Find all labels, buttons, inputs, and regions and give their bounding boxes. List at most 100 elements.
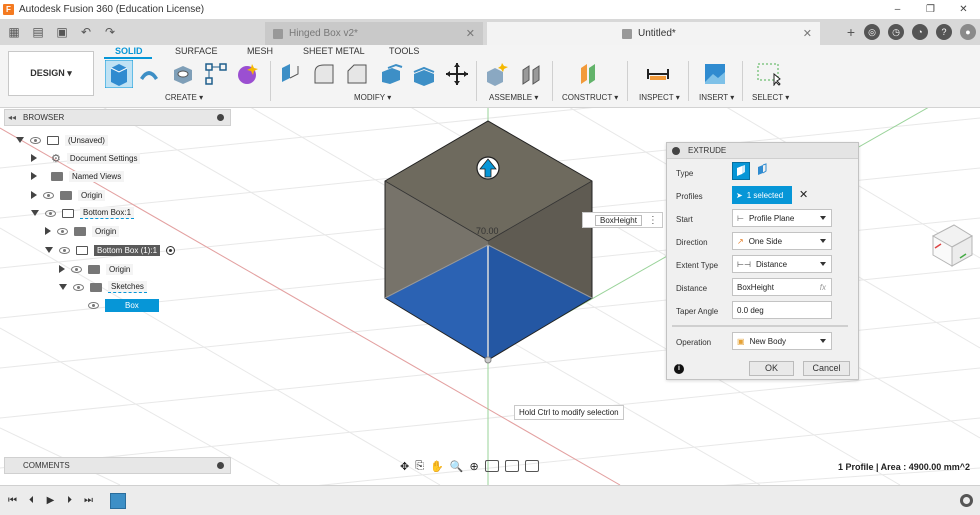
create-group-label[interactable]: CREATE ▾: [165, 93, 203, 102]
notifications-icon[interactable]: ◔: [912, 24, 928, 40]
hole-tool-icon[interactable]: [171, 62, 195, 86]
expand-triangle-icon[interactable]: [45, 227, 51, 235]
close-tab-icon[interactable]: ✕: [803, 27, 812, 40]
select-window-icon[interactable]: [757, 62, 781, 86]
tab-surface[interactable]: SURFACE: [175, 46, 218, 56]
type-solid-button[interactable]: [732, 162, 750, 180]
collapse-triangle-icon[interactable]: [16, 137, 24, 143]
offset-plane-icon[interactable]: [577, 62, 601, 86]
function-icon[interactable]: fx: [820, 283, 826, 292]
tab-hinged-box[interactable]: Hinged Box v2* ✕: [265, 22, 483, 45]
tab-tools[interactable]: TOOLS: [389, 46, 419, 56]
construct-group-label[interactable]: CONSTRUCT ▾: [562, 93, 618, 102]
tab-untitled[interactable]: Untitled* ✕: [487, 22, 820, 45]
pattern-tool-icon[interactable]: [204, 62, 228, 86]
view-cube-icon[interactable]: [931, 224, 973, 267]
distance-input[interactable]: BoxHeight: [595, 214, 642, 226]
app-grid-icon[interactable]: ▦: [6, 24, 22, 40]
cancel-button[interactable]: Cancel: [803, 361, 850, 376]
collapse-triangle-icon[interactable]: [31, 210, 39, 216]
close-tab-icon[interactable]: ✕: [466, 27, 475, 40]
tab-mesh[interactable]: MESH: [247, 46, 273, 56]
timeline-sketch-feature-icon[interactable]: [110, 493, 126, 509]
undo-icon[interactable]: ↶: [78, 24, 94, 40]
workspace-dropdown[interactable]: DESIGN ▾: [8, 51, 94, 96]
profiles-selection-button[interactable]: ➤ 1 selected: [732, 186, 792, 204]
tree-root[interactable]: (Unsaved): [16, 132, 108, 148]
tree-named-views[interactable]: Named Views: [31, 168, 125, 184]
tree-origin[interactable]: Origin: [31, 187, 106, 203]
select-group-label[interactable]: SELECT ▾: [752, 93, 789, 102]
maximize-button[interactable]: ❐: [914, 0, 947, 19]
inspect-group-label[interactable]: INSPECT ▾: [639, 93, 680, 102]
viewports-icon[interactable]: [524, 460, 539, 472]
measure-icon[interactable]: [646, 62, 670, 86]
joint-icon[interactable]: [519, 62, 543, 86]
tree-sketches[interactable]: Sketches: [59, 279, 147, 295]
browser-pin-icon[interactable]: [217, 114, 224, 121]
shell-icon[interactable]: [379, 62, 403, 86]
zoom-icon[interactable]: 🔍: [450, 460, 464, 473]
browser-panel-header[interactable]: ◂◂ BROWSER: [4, 109, 231, 126]
grid-settings-icon[interactable]: [504, 460, 519, 472]
move-copy-icon[interactable]: [445, 62, 469, 86]
visibility-eye-icon[interactable]: [88, 301, 99, 309]
tree-origin-3[interactable]: Origin: [59, 261, 134, 277]
extrude-dialog-header[interactable]: EXTRUDE: [667, 143, 858, 159]
user-avatar-icon[interactable]: ●: [960, 24, 976, 40]
play-icon[interactable]: ▶: [45, 495, 56, 506]
extent-type-dropdown[interactable]: ⊢⊣ Distance: [732, 255, 832, 273]
operation-dropdown[interactable]: ▣ New Body: [732, 332, 832, 350]
fillet-icon[interactable]: [312, 62, 336, 86]
tab-solid[interactable]: SOLID: [115, 46, 143, 56]
close-window-button[interactable]: ✕: [947, 0, 980, 19]
revolve-tool-icon[interactable]: [137, 62, 161, 86]
step-back-icon[interactable]: ⏴: [26, 495, 37, 506]
visibility-eye-icon[interactable]: [45, 209, 56, 217]
insert-group-label[interactable]: INSERT ▾: [699, 93, 734, 102]
timeline-settings-gear-icon[interactable]: [960, 494, 973, 507]
create-form-icon[interactable]: [236, 62, 260, 86]
collapse-triangle-icon[interactable]: [45, 247, 53, 253]
insert-image-icon[interactable]: [703, 62, 727, 86]
visibility-eye-icon[interactable]: [71, 265, 82, 273]
redo-icon[interactable]: ↷: [102, 24, 118, 40]
step-forward-icon[interactable]: ⏵: [64, 495, 75, 506]
new-component-icon[interactable]: [485, 62, 509, 86]
tree-bottom-box-1[interactable]: Bottom Box (1):1: [45, 242, 176, 258]
new-tab-button[interactable]: +: [842, 24, 860, 40]
visibility-eye-icon[interactable]: [59, 246, 70, 254]
minimize-button[interactable]: –: [881, 0, 914, 19]
tree-document-settings[interactable]: ⚙ Document Settings: [31, 150, 141, 166]
expand-triangle-icon[interactable]: [31, 154, 37, 162]
distance-input-box[interactable]: BoxHeight ⋮: [582, 212, 663, 228]
visibility-eye-icon[interactable]: [43, 191, 54, 199]
comments-pin-icon[interactable]: [217, 462, 224, 469]
extrude-direction-arrow-icon[interactable]: [476, 156, 500, 180]
pan-hand-icon[interactable]: ✋: [430, 460, 444, 473]
file-icon[interactable]: ▤: [30, 24, 46, 40]
start-dropdown[interactable]: ⊢ Profile Plane: [732, 209, 832, 227]
go-to-start-icon[interactable]: ⏮: [7, 495, 18, 506]
extrude-tool-icon[interactable]: [105, 60, 133, 88]
help-icon[interactable]: ?: [936, 24, 952, 40]
expand-triangle-icon[interactable]: [59, 265, 65, 273]
job-status-icon[interactable]: ◷: [888, 24, 904, 40]
tab-sheet-metal[interactable]: SHEET METAL: [303, 46, 365, 56]
chamfer-icon[interactable]: [345, 62, 369, 86]
info-icon[interactable]: i: [674, 364, 684, 374]
visibility-eye-icon[interactable]: [73, 283, 84, 291]
collapse-triangle-icon[interactable]: [59, 284, 67, 290]
expand-triangle-icon[interactable]: [31, 191, 37, 199]
assemble-group-label[interactable]: ASSEMBLE ▾: [489, 93, 538, 102]
go-to-end-icon[interactable]: ⏭: [83, 495, 94, 506]
activate-radio-icon[interactable]: [166, 245, 176, 255]
look-at-icon[interactable]: ⎘: [415, 460, 424, 473]
visibility-eye-icon[interactable]: [30, 136, 41, 144]
modify-group-label[interactable]: MODIFY ▾: [354, 93, 391, 102]
extensions-icon[interactable]: ◎: [864, 24, 880, 40]
tree-sketch-box[interactable]: Box: [88, 297, 159, 313]
press-pull-icon[interactable]: [278, 62, 302, 86]
taper-angle-field[interactable]: 0.0 deg: [732, 301, 832, 319]
save-icon[interactable]: ▣: [54, 24, 70, 40]
